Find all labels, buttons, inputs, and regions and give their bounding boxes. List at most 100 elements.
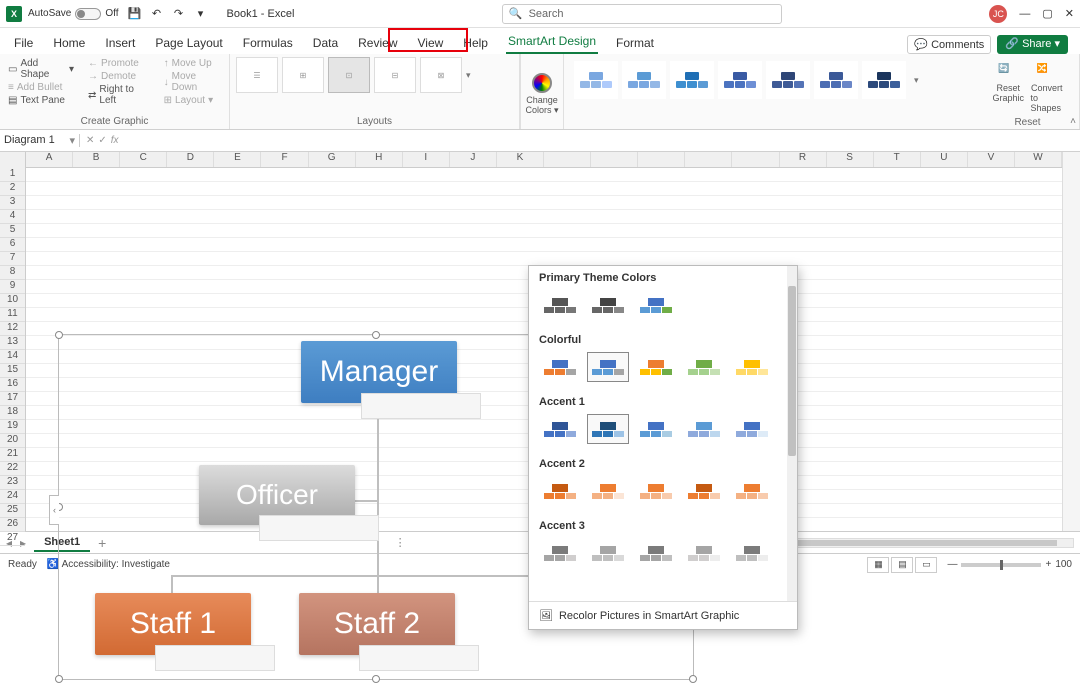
row-header[interactable]: 18: [0, 406, 25, 420]
row-header[interactable]: 7: [0, 252, 25, 266]
column-header[interactable]: [638, 152, 685, 167]
color-swatch[interactable]: [635, 414, 677, 444]
resize-handle[interactable]: [689, 675, 697, 683]
tab-view[interactable]: View: [416, 32, 446, 54]
row-header[interactable]: 3: [0, 196, 25, 210]
row-header[interactable]: 2: [0, 182, 25, 196]
smartart-style-option[interactable]: [622, 61, 666, 99]
fx-icon[interactable]: fx: [111, 135, 119, 146]
zoom-out-icon[interactable]: —: [947, 559, 957, 570]
tab-format[interactable]: Format: [614, 32, 656, 54]
smartart-node-manager[interactable]: Manager: [301, 341, 457, 403]
smartart-style-option[interactable]: [574, 61, 618, 99]
column-header[interactable]: C: [120, 152, 167, 167]
zoom-slider[interactable]: [961, 563, 1041, 567]
tab-smartart-design[interactable]: SmartArt Design: [506, 30, 598, 54]
row-header[interactable]: 5: [0, 224, 25, 238]
color-swatch[interactable]: [587, 352, 629, 382]
row-header[interactable]: 20: [0, 434, 25, 448]
row-header[interactable]: 23: [0, 476, 25, 490]
column-header[interactable]: I: [403, 152, 450, 167]
comments-button[interactable]: 💬 Comments: [907, 35, 991, 54]
layout-option-4[interactable]: ⊟: [374, 57, 416, 93]
column-header[interactable]: W: [1015, 152, 1062, 167]
convert-shapes-button[interactable]: 🔀 Convert to Shapes: [1031, 63, 1064, 113]
color-swatch[interactable]: [587, 414, 629, 444]
row-header[interactable]: 25: [0, 504, 25, 518]
column-header[interactable]: [732, 152, 779, 167]
color-swatch[interactable]: [635, 352, 677, 382]
layout-option-2[interactable]: ⊞: [282, 57, 324, 93]
tab-page-layout[interactable]: Page Layout: [153, 32, 224, 54]
column-header[interactable]: H: [356, 152, 403, 167]
row-header[interactable]: 15: [0, 364, 25, 378]
row-header[interactable]: 12: [0, 322, 25, 336]
change-colors-button[interactable]: Change Colors ▾: [520, 54, 564, 129]
column-header[interactable]: R: [780, 152, 827, 167]
column-header[interactable]: [544, 152, 591, 167]
color-swatch[interactable]: [539, 290, 581, 320]
color-swatch[interactable]: [635, 538, 677, 568]
add-shape-button[interactable]: ▭ Add Shape ▾: [6, 57, 76, 81]
column-header[interactable]: [685, 152, 732, 167]
color-swatch[interactable]: [539, 476, 581, 506]
search-box[interactable]: 🔍 Search: [502, 4, 782, 24]
resize-handle[interactable]: [372, 675, 380, 683]
row-header[interactable]: 10: [0, 294, 25, 308]
row-header[interactable]: 27: [0, 532, 25, 546]
tab-formulas[interactable]: Formulas: [241, 32, 295, 54]
column-header[interactable]: S: [827, 152, 874, 167]
right-to-left-button[interactable]: ⇄ Right to Left: [86, 83, 152, 107]
tab-home[interactable]: Home: [51, 32, 87, 54]
color-swatch[interactable]: [683, 352, 725, 382]
column-header[interactable]: G: [309, 152, 356, 167]
tab-help[interactable]: Help: [461, 32, 490, 54]
restore-icon[interactable]: ▢: [1042, 7, 1052, 20]
zoom-in-icon[interactable]: +: [1045, 559, 1051, 570]
color-swatch[interactable]: [539, 352, 581, 382]
color-swatch[interactable]: [731, 476, 773, 506]
share-button[interactable]: 🔗 Share ▾: [997, 35, 1068, 54]
smartart-style-option[interactable]: [718, 61, 762, 99]
layout-option-1[interactable]: ☰: [236, 57, 278, 93]
minimize-icon[interactable]: —: [1019, 8, 1030, 20]
layout-option-5[interactable]: ⊠: [420, 57, 462, 93]
row-header[interactable]: 17: [0, 392, 25, 406]
enter-formula-icon[interactable]: ✓: [98, 135, 106, 146]
row-header[interactable]: 11: [0, 308, 25, 322]
collapse-ribbon-icon[interactable]: ˄: [1070, 116, 1076, 127]
resize-handle[interactable]: [372, 331, 380, 339]
color-swatch[interactable]: [683, 476, 725, 506]
smartart-node-officer[interactable]: Officer: [199, 465, 355, 525]
column-header[interactable]: V: [968, 152, 1015, 167]
row-header[interactable]: 24: [0, 490, 25, 504]
text-pane-expand-icon[interactable]: ‹: [49, 495, 59, 525]
color-swatch[interactable]: [683, 414, 725, 444]
tab-review[interactable]: Review: [356, 32, 399, 54]
normal-view-icon[interactable]: ▦: [867, 557, 889, 573]
color-swatch[interactable]: [731, 352, 773, 382]
row-header[interactable]: 13: [0, 336, 25, 350]
save-icon[interactable]: 💾: [127, 6, 143, 22]
name-box[interactable]: Diagram 1 ▾: [0, 134, 80, 147]
column-header[interactable]: F: [261, 152, 308, 167]
column-header[interactable]: T: [874, 152, 921, 167]
row-header[interactable]: 1: [0, 168, 25, 182]
toggle-off-icon[interactable]: [75, 8, 101, 20]
column-header[interactable]: E: [214, 152, 261, 167]
color-swatch[interactable]: [539, 538, 581, 568]
resize-handle[interactable]: [55, 675, 63, 683]
color-swatch[interactable]: [587, 538, 629, 568]
tab-data[interactable]: Data: [311, 32, 340, 54]
column-header[interactable]: [591, 152, 638, 167]
page-break-view-icon[interactable]: ▭: [915, 557, 937, 573]
user-avatar[interactable]: JC: [989, 5, 1007, 23]
color-swatch[interactable]: [731, 538, 773, 568]
color-swatch[interactable]: [635, 290, 677, 320]
column-header[interactable]: U: [921, 152, 968, 167]
row-header[interactable]: 26: [0, 518, 25, 532]
row-header[interactable]: 14: [0, 350, 25, 364]
color-swatch[interactable]: [587, 476, 629, 506]
layouts-more-icon[interactable]: ▾: [466, 70, 471, 81]
resize-handle[interactable]: [55, 331, 63, 339]
